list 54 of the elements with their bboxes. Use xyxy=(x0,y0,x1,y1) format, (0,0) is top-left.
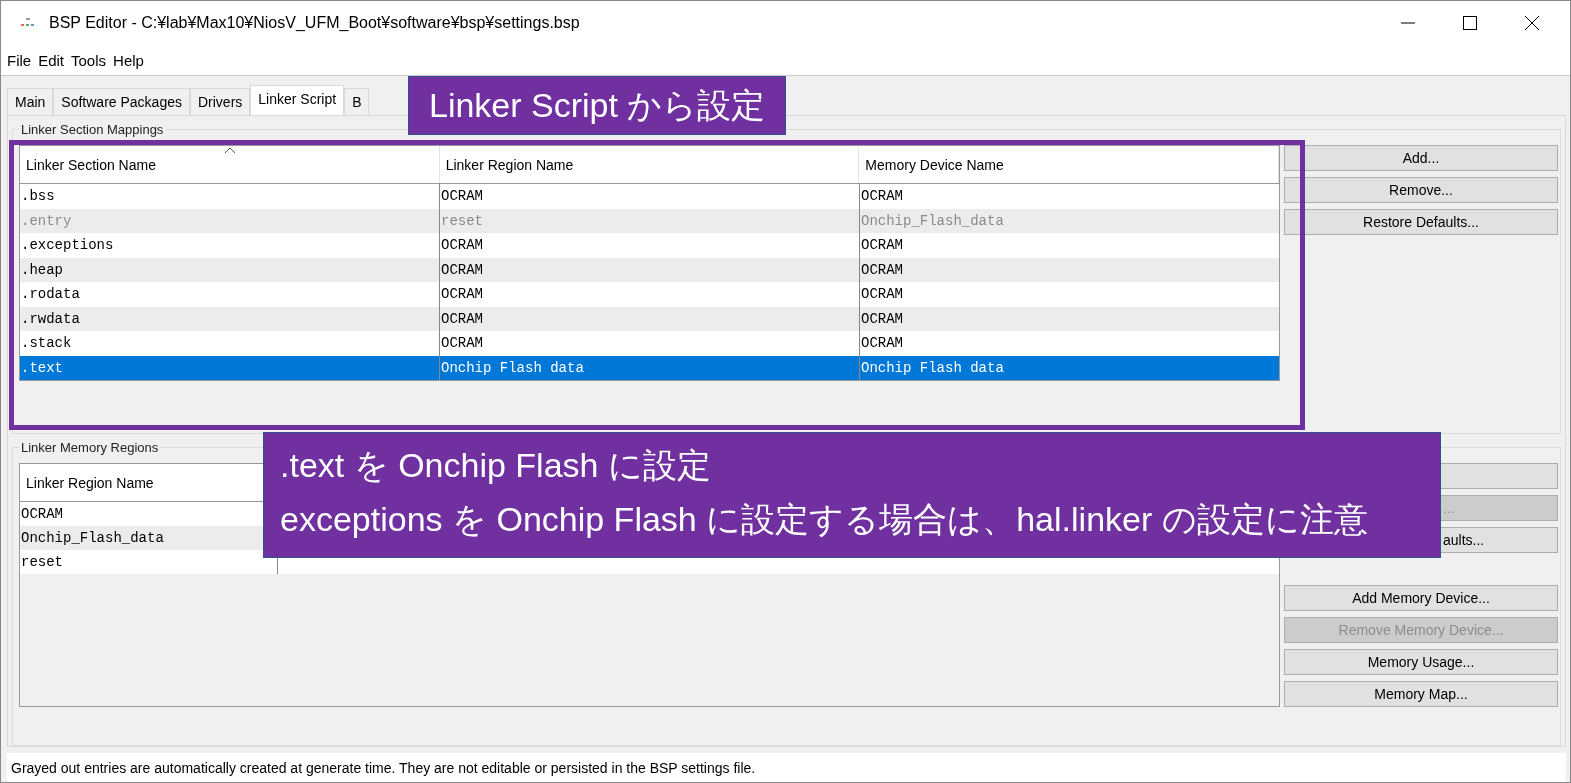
table-cell: OCRAM xyxy=(439,233,859,258)
table-row[interactable]: .heap OCRAM OCRAM xyxy=(20,257,1279,282)
menu-item[interactable]: File xyxy=(7,51,32,69)
table-cell-text: .exceptions xyxy=(20,236,115,256)
table-cell-text: .heap xyxy=(20,260,64,280)
table-row[interactable]: .bss OCRAM OCRAM xyxy=(20,184,1279,209)
table-row[interactable]: .rwdata OCRAM OCRAM xyxy=(20,306,1279,331)
table-cell-text: .rwdata xyxy=(20,309,81,329)
table-cell: OCRAM xyxy=(439,282,859,307)
tab[interactable]: Software Packages xyxy=(53,88,190,115)
column-header[interactable]: Linker Section Name xyxy=(20,146,440,183)
table-cell: OCRAM xyxy=(859,282,1279,307)
tab[interactable]: Drivers xyxy=(190,88,251,115)
table-cell-text: .text xyxy=(20,358,64,378)
table-row[interactable]: .stack OCRAM OCRAM xyxy=(20,331,1279,356)
menu-item[interactable]: Edit xyxy=(38,51,65,69)
menu-item[interactable]: Help xyxy=(113,51,144,69)
table-cell: OCRAM xyxy=(859,233,1279,258)
group-title: Linker Memory Regions xyxy=(20,440,160,455)
callout-text: Linker Script から設定 xyxy=(429,85,766,126)
dialog-button[interactable]: Memory Map... xyxy=(1284,681,1558,707)
table-cell: Onchip Flash data xyxy=(859,355,1279,380)
table-cell-text: .stack xyxy=(20,334,73,354)
callout-text: .text を Onchip Flash に設定 xyxy=(280,445,711,486)
tab[interactable]: Linker Script xyxy=(250,85,345,115)
window-title: BSP Editor - C:¥lab¥Max10¥NiosV_UFM_Boot¥software¥bsp¥settings.bsp xyxy=(49,14,580,32)
table-row[interactable]: .exceptions OCRAM OCRAM xyxy=(20,233,1279,258)
status-bar: Grayed out entries are automatically created at generate time. They are not editable or persisted in the BSP settings file. xyxy=(7,753,1566,782)
dialog-button[interactable]: Add... xyxy=(1284,145,1558,171)
dialog-button[interactable]: Restore Defaults... xyxy=(1284,209,1558,235)
tab[interactable]: Main xyxy=(7,88,54,115)
table-cell-text: .rodata xyxy=(20,285,81,305)
table-cell: OCRAM xyxy=(439,331,859,356)
table-cell-text: .bss xyxy=(20,187,56,207)
callout-text: exceptions を Onchip Flash に設定する場合は、hal.linker の設定に注意 xyxy=(280,499,1368,541)
close-icon[interactable] xyxy=(1524,15,1540,31)
column-header[interactable]: Linker Region Name xyxy=(439,146,860,183)
table-cell: OCRAM xyxy=(439,184,859,209)
table-row[interactable]: .text Onchip Flash data Onchip Flash data xyxy=(20,355,1279,380)
table-cell: OCRAM xyxy=(859,184,1279,209)
maximize-icon[interactable] xyxy=(1462,15,1478,31)
sort-icon xyxy=(224,147,236,154)
table-row[interactable]: .rodata OCRAM OCRAM xyxy=(20,282,1279,307)
dialog-button[interactable]: Memory Usage... xyxy=(1284,649,1558,675)
menu-item[interactable]: Tools xyxy=(71,51,107,69)
group-title: Linker Section Mappings xyxy=(20,122,165,137)
tab[interactable]: B xyxy=(344,88,370,115)
app-icon xyxy=(21,18,35,28)
table-cell: Onchip Flash data xyxy=(439,355,859,380)
column-header[interactable]: Memory Device Name xyxy=(859,146,1279,183)
table-cell: OCRAM xyxy=(859,331,1279,356)
dialog-button[interactable]: Remove... xyxy=(1284,177,1558,203)
dialog-button[interactable]: Add Memory Device... xyxy=(1284,585,1558,611)
table-cell-text: .entry xyxy=(20,211,73,231)
